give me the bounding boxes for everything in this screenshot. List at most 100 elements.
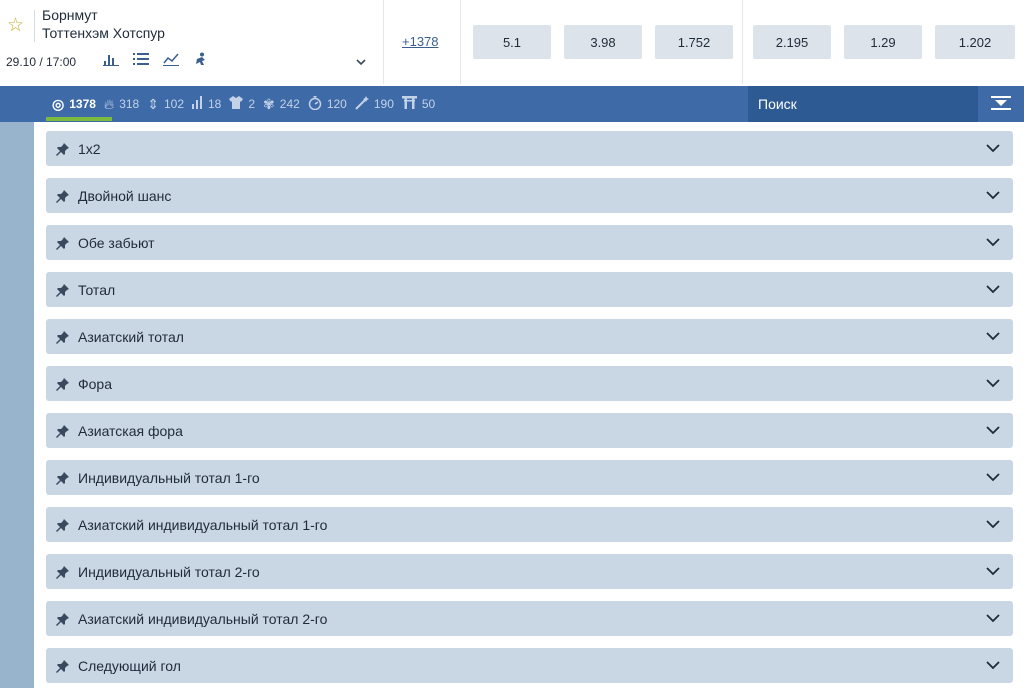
filter-count: 242: [279, 97, 300, 111]
filter-count: 318: [119, 97, 140, 111]
pin-icon[interactable]: [56, 283, 70, 297]
match-datetime: 29.10 / 17:00: [6, 55, 77, 69]
filter-totals[interactable]: ⇕ 102: [147, 96, 184, 113]
pin-icon[interactable]: [56, 565, 70, 579]
team-away[interactable]: Тоттенхэм Хотспур: [42, 25, 165, 41]
stopwatch-icon: [308, 95, 322, 113]
active-filter-indicator: [46, 117, 112, 121]
market-row[interactable]: Азиатский тотал: [46, 319, 1013, 354]
left-rail: [0, 122, 34, 688]
chevron-down-icon[interactable]: [986, 284, 1000, 294]
shirt-icon: [229, 96, 244, 112]
chevron-down-icon[interactable]: [354, 55, 368, 69]
bars-icon: [192, 96, 203, 112]
market-row[interactable]: Индивидуальный тотал 2-го: [46, 554, 1013, 589]
search-input[interactable]: Поиск: [748, 86, 978, 122]
chevron-down-icon[interactable]: [986, 519, 1000, 529]
up-down-icon: ⇕: [147, 95, 159, 112]
market-row[interactable]: 1x2: [46, 131, 1013, 166]
player-icon[interactable]: [193, 52, 223, 69]
chevron-down-icon[interactable]: [986, 237, 1000, 247]
market-title: Азиатский индивидуальный тотал 2-го: [78, 610, 328, 627]
filter-all[interactable]: ◎ 1378: [52, 96, 96, 113]
divider: [742, 0, 743, 84]
market-row[interactable]: Обе забьют: [46, 225, 1013, 260]
wand-icon: [355, 95, 369, 113]
pin-icon[interactable]: [56, 236, 70, 250]
market-row[interactable]: Фора: [46, 366, 1013, 401]
pin-icon[interactable]: [56, 330, 70, 344]
list-icon[interactable]: [133, 52, 163, 69]
odd-button[interactable]: 1.202: [935, 25, 1015, 59]
divider: [383, 0, 384, 84]
filter-count: 102: [163, 97, 184, 111]
star-badge-icon: ✾: [263, 95, 275, 112]
chevron-down-icon[interactable]: [986, 660, 1000, 670]
filter-goals[interactable]: 50: [401, 96, 436, 112]
odd-button[interactable]: 1.29: [844, 25, 922, 59]
filter-count: 18: [208, 97, 222, 111]
team-divider: [34, 10, 35, 42]
chevron-down-icon[interactable]: [986, 378, 1000, 388]
odd-button[interactable]: 2.195: [753, 25, 831, 59]
market-row[interactable]: Азиатская фора: [46, 413, 1013, 448]
team-home[interactable]: Борнмут: [42, 7, 98, 23]
filter-time[interactable]: 120: [308, 95, 347, 113]
market-title: Индивидуальный тотал 2-го: [78, 563, 260, 580]
market-row[interactable]: Азиатский индивидуальный тотал 1-го: [46, 507, 1013, 542]
gate-icon: [401, 96, 417, 112]
divider: [460, 0, 461, 84]
pin-icon[interactable]: [56, 377, 70, 391]
pin-icon[interactable]: [56, 518, 70, 532]
chevron-down-icon[interactable]: [986, 190, 1000, 200]
filter-players[interactable]: 2: [229, 96, 255, 112]
market-row[interactable]: Двойной шанс: [46, 178, 1013, 213]
chart-icon[interactable]: [163, 52, 193, 69]
stats-icon[interactable]: [103, 52, 133, 69]
market-row[interactable]: Следующий гол: [46, 648, 1013, 683]
odd-button[interactable]: 3.98: [564, 25, 642, 59]
market-title: Обе забьют: [78, 234, 155, 251]
odd-button[interactable]: 1.752: [655, 25, 733, 59]
filter-specials[interactable]: ✾ 242: [263, 96, 300, 113]
chevron-down-icon[interactable]: [986, 472, 1000, 482]
pin-icon[interactable]: [56, 424, 70, 438]
collapse-all-button[interactable]: [978, 86, 1024, 122]
market-title: 1x2: [78, 140, 101, 157]
event-tools: [103, 52, 223, 69]
pin-icon[interactable]: [56, 612, 70, 626]
event-row: ☆ Борнмут Тоттенхэм Хотспур 29.10 / 17:0…: [0, 0, 1024, 87]
target-icon: ◎: [52, 95, 65, 112]
market-title: Азиатский индивидуальный тотал 1-го: [78, 516, 328, 533]
chevron-down-icon[interactable]: [986, 143, 1000, 153]
pin-icon[interactable]: [56, 142, 70, 156]
fire-icon: 🔥︎: [103, 95, 115, 112]
market-title: Двойной шанс: [78, 187, 172, 204]
pin-icon[interactable]: [56, 189, 70, 203]
market-title: Тотал: [78, 281, 116, 298]
market-title: Азиатский тотал: [78, 328, 184, 345]
chevron-down-icon[interactable]: [986, 566, 1000, 576]
pin-icon[interactable]: [56, 471, 70, 485]
market-title: Фора: [78, 375, 113, 392]
market-title: Азиатская фора: [78, 422, 183, 439]
filter-stats[interactable]: 18: [192, 96, 221, 112]
pin-icon[interactable]: [56, 659, 70, 673]
market-row[interactable]: Тотал: [46, 272, 1013, 307]
chevron-down-icon[interactable]: [986, 425, 1000, 435]
filter-popular[interactable]: 🔥︎ 318: [104, 96, 139, 113]
filter-count: 2: [248, 97, 256, 111]
collapse-all-icon: [991, 96, 1011, 110]
market-row[interactable]: Индивидуальный тотал 1-го: [46, 460, 1013, 495]
filter-other[interactable]: 190: [355, 95, 394, 113]
filter-count: 50: [421, 97, 436, 111]
odd-button[interactable]: 5.1: [473, 25, 551, 59]
chevron-down-icon[interactable]: [986, 613, 1000, 623]
filter-count: 1378: [69, 97, 96, 111]
search-placeholder: Поиск: [758, 96, 797, 112]
favorite-star-icon[interactable]: ☆: [7, 16, 24, 35]
filter-count: 120: [326, 97, 347, 111]
market-row[interactable]: Азиатский индивидуальный тотал 2-го: [46, 601, 1013, 636]
more-bets-link[interactable]: +1378: [402, 34, 439, 49]
chevron-down-icon[interactable]: [986, 331, 1000, 341]
